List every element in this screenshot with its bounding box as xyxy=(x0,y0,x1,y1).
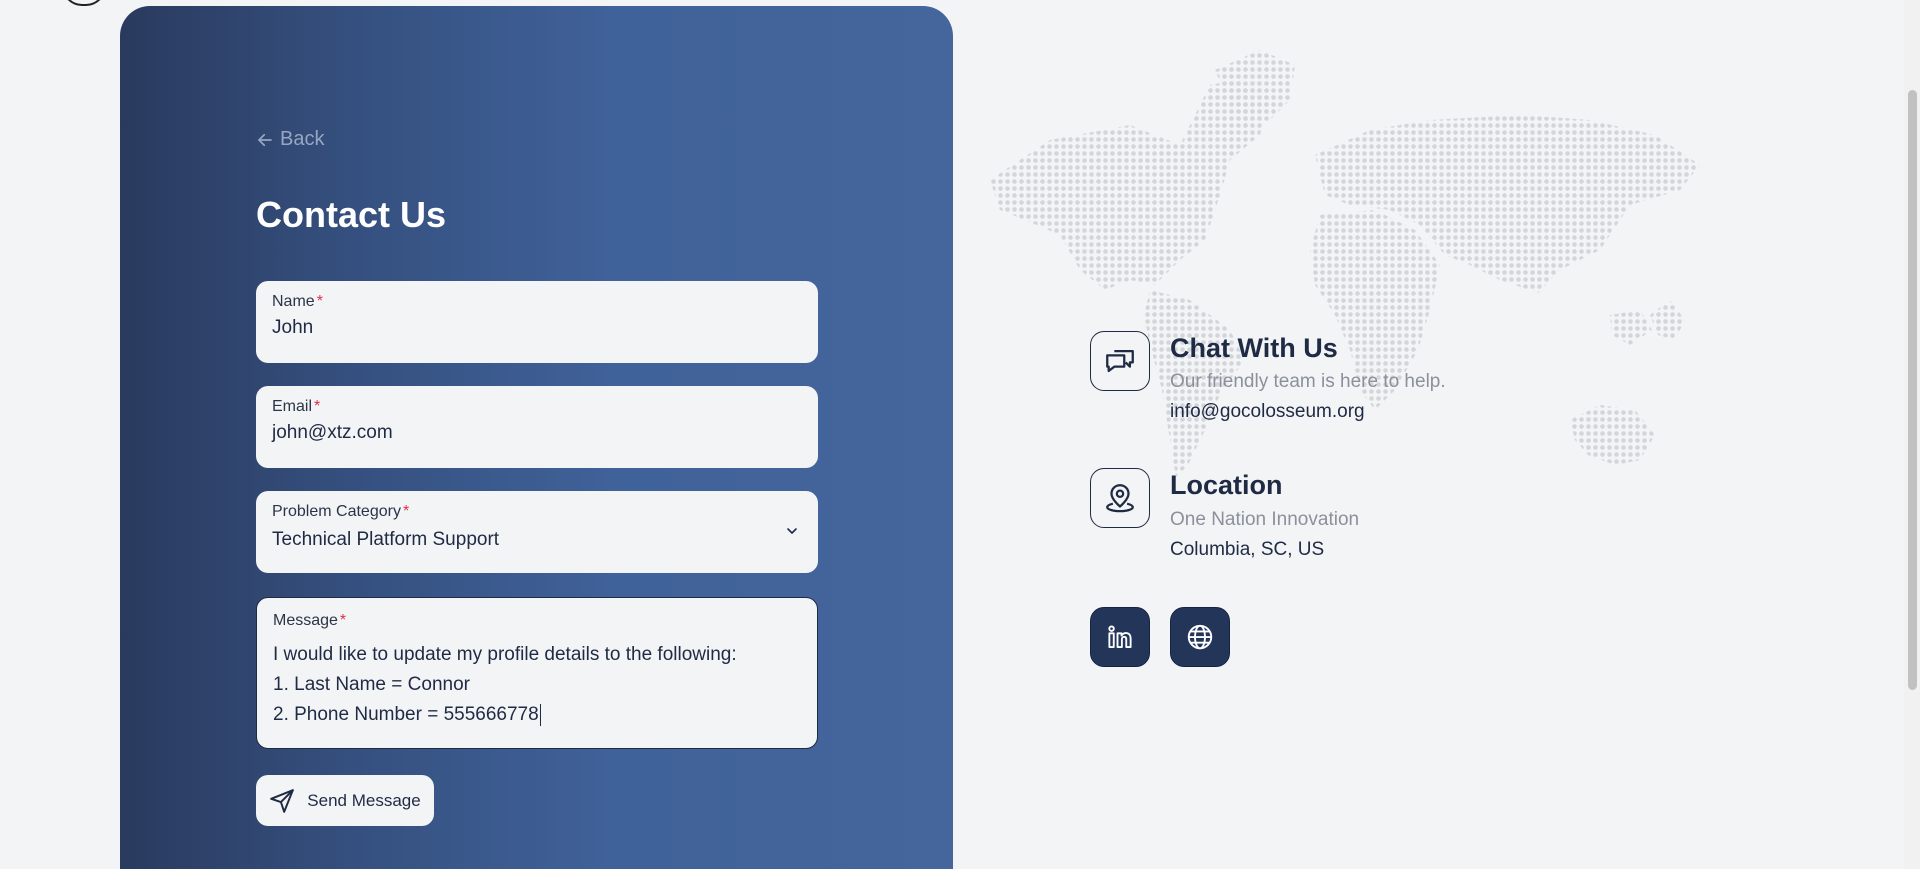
chat-icon-box xyxy=(1090,331,1150,391)
message-label: Message * xyxy=(273,612,347,629)
message-line: 1. Last Name = Connor xyxy=(273,674,470,695)
name-input[interactable]: John xyxy=(272,317,802,339)
email-field[interactable]: Email * john@xtz.com xyxy=(256,386,818,468)
location-address: Columbia, SC, US xyxy=(1170,539,1325,560)
required-mark: * xyxy=(402,503,410,520)
category-label: Problem Category * xyxy=(272,503,410,520)
email-input[interactable]: john@xtz.com xyxy=(272,422,802,444)
logo-partial xyxy=(62,0,106,6)
paper-plane-icon xyxy=(270,788,295,813)
website-button[interactable] xyxy=(1170,607,1230,667)
chat-email-link[interactable]: info@gocolosseum.org xyxy=(1170,401,1365,423)
name-label: Name * xyxy=(272,293,323,310)
location-subtitle: One Nation Innovation xyxy=(1170,509,1360,530)
email-label: Email * xyxy=(272,398,321,415)
page-title: Contact Us xyxy=(256,194,447,235)
location-title: Location xyxy=(1170,470,1283,500)
chat-title: Chat With Us xyxy=(1170,333,1338,363)
message-line-last: 2. Phone Number = 555666778 xyxy=(273,703,541,726)
scrollbar-thumb[interactable] xyxy=(1908,90,1917,690)
linkedin-button[interactable] xyxy=(1090,607,1150,667)
arrow-left-icon xyxy=(258,133,272,146)
name-field[interactable]: Name * John xyxy=(256,281,818,363)
map-pin-icon xyxy=(1106,484,1134,513)
message-textarea[interactable]: Message * I would like to update my profi… xyxy=(256,597,818,749)
world-map-graphic xyxy=(990,50,1700,477)
required-mark: * xyxy=(339,612,347,629)
linkedin-icon xyxy=(1108,625,1132,648)
text-caret xyxy=(539,703,541,726)
message-line: I would like to update my profile detail… xyxy=(273,644,737,665)
problem-category-select[interactable]: Problem Category * Technical Platform Sup… xyxy=(256,491,818,573)
send-label: Send Message xyxy=(307,790,421,810)
chevron-down-icon[interactable] xyxy=(784,523,800,539)
message-text[interactable]: I would like to update my profile detail… xyxy=(273,640,801,730)
location-icon-box xyxy=(1090,468,1150,528)
required-mark: * xyxy=(316,293,323,310)
chat-bubbles-icon xyxy=(1106,349,1134,373)
back-label: Back xyxy=(280,128,325,150)
scrollbar-track[interactable] xyxy=(1904,0,1920,869)
chat-subtitle: Our friendly team is here to help. xyxy=(1170,371,1446,392)
required-mark: * xyxy=(314,398,321,415)
send-message-button[interactable]: Send Message xyxy=(256,775,434,826)
category-value: Technical Platform Support xyxy=(272,529,500,550)
back-link[interactable]: Back xyxy=(256,128,324,151)
globe-icon xyxy=(1187,624,1213,650)
